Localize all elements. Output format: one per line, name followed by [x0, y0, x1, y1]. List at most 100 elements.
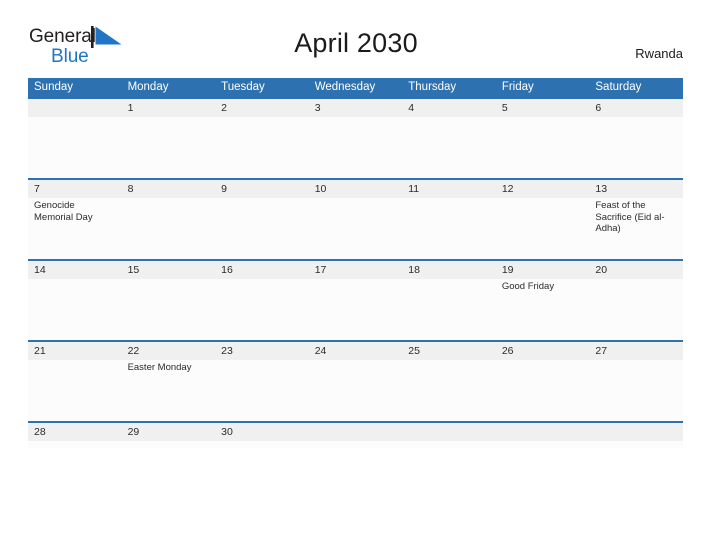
- day-number: 14: [28, 261, 122, 279]
- day-cell-inner: [402, 423, 496, 448]
- day-number: 11: [402, 180, 496, 198]
- day-number: 20: [589, 261, 683, 279]
- day-number: [308, 423, 403, 441]
- weekday-header-sunday: Sunday: [28, 78, 122, 98]
- calendar-day-cell[interactable]: 7 Genocide Memorial Day: [28, 178, 122, 260]
- weekday-header-monday: Monday: [121, 78, 216, 98]
- day-cell-inner: 22 Easter Monday: [121, 342, 216, 421]
- day-cell-inner: 11: [402, 180, 496, 259]
- day-cell-inner: 18: [402, 261, 496, 340]
- day-number: 27: [589, 342, 683, 360]
- day-cell-inner: 6: [589, 99, 683, 178]
- day-number: 10: [308, 180, 403, 198]
- calendar-table: Sunday Monday Tuesday Wednesday Thursday Frid…: [28, 78, 683, 448]
- day-number: [495, 423, 590, 441]
- day-number: [28, 99, 122, 117]
- calendar-empty-cell: [402, 421, 496, 448]
- day-cell-inner: 20: [589, 261, 683, 340]
- country-label: Rwanda: [635, 46, 683, 61]
- day-events: Genocide Memorial Day: [28, 198, 122, 223]
- day-number: 25: [402, 342, 496, 360]
- day-number: [589, 423, 683, 441]
- calendar-day-cell[interactable]: 6: [589, 97, 683, 179]
- day-cell-inner: 9: [215, 180, 309, 259]
- day-number: 5: [495, 99, 590, 117]
- day-cell-inner: 14: [28, 261, 122, 340]
- calendar-day-cell[interactable]: 26: [495, 340, 590, 422]
- day-cell-inner: 23: [215, 342, 309, 421]
- calendar-empty-cell: [589, 421, 683, 448]
- weekday-header-saturday: Saturday: [589, 78, 683, 98]
- calendar-day-cell[interactable]: 4: [402, 97, 496, 179]
- calendar-day-cell[interactable]: 23: [215, 340, 309, 422]
- day-number: 6: [589, 99, 683, 117]
- calendar-day-cell[interactable]: 19 Good Friday: [495, 259, 590, 341]
- calendar-day-cell[interactable]: 14: [28, 259, 122, 341]
- day-number: 17: [308, 261, 403, 279]
- day-cell-inner: 8: [121, 180, 216, 259]
- day-number: 26: [495, 342, 590, 360]
- day-number: 1: [121, 99, 216, 117]
- day-cell-inner: [28, 99, 122, 178]
- day-number: 4: [402, 99, 496, 117]
- calendar-header-row: Sunday Monday Tuesday Wednesday Thursday Frid…: [28, 78, 683, 98]
- calendar-day-cell[interactable]: 24: [308, 340, 403, 422]
- day-number: 16: [215, 261, 309, 279]
- day-cell-inner: 19 Good Friday: [495, 261, 590, 340]
- calendar-week-row: 21 22 Easter Monday 23 24 25 26 27: [28, 340, 683, 422]
- day-number: 19: [495, 261, 590, 279]
- day-cell-inner: 15: [121, 261, 216, 340]
- calendar-week-row: 14 15 16 17 18 19 Good Friday 20: [28, 259, 683, 341]
- holiday-event: Feast of the Sacrifice (Eid al-Adha): [595, 200, 665, 234]
- day-number: 30: [215, 423, 309, 441]
- weekday-header-wednesday: Wednesday: [308, 78, 403, 98]
- day-events: Easter Monday: [122, 360, 216, 374]
- calendar-day-cell[interactable]: 15: [121, 259, 216, 341]
- holiday-event: Good Friday: [501, 281, 555, 292]
- calendar-week-row: 28 29 30: [28, 421, 683, 448]
- calendar-day-cell[interactable]: 10: [308, 178, 403, 260]
- day-cell-inner: 12: [495, 180, 590, 259]
- day-number: 23: [215, 342, 309, 360]
- calendar-day-cell[interactable]: 18: [402, 259, 496, 341]
- day-cell-inner: 4: [402, 99, 496, 178]
- calendar-day-cell[interactable]: 25: [402, 340, 496, 422]
- calendar-day-cell[interactable]: 27: [589, 340, 683, 422]
- day-number: [402, 423, 496, 441]
- calendar-day-cell[interactable]: 22 Easter Monday: [121, 340, 216, 422]
- calendar-day-cell[interactable]: 1: [121, 97, 216, 179]
- day-number: 24: [308, 342, 403, 360]
- calendar-day-cell[interactable]: 3: [308, 97, 403, 179]
- day-cell-inner: 27: [589, 342, 683, 421]
- holiday-event: Easter Monday: [127, 362, 192, 373]
- calendar-day-cell[interactable]: 21: [28, 340, 122, 422]
- calendar-day-cell[interactable]: 12: [495, 178, 590, 260]
- day-cell-inner: 16: [215, 261, 309, 340]
- calendar-week-row: 123456: [28, 97, 683, 179]
- day-number: 28: [28, 423, 122, 441]
- calendar-day-cell[interactable]: 2: [215, 97, 309, 179]
- weekday-header-friday: Friday: [495, 78, 590, 98]
- calendar-day-cell[interactable]: 20: [589, 259, 683, 341]
- calendar-day-cell[interactable]: 30: [215, 421, 309, 448]
- day-cell-inner: 25: [402, 342, 496, 421]
- calendar-day-cell[interactable]: 28: [28, 421, 122, 448]
- day-cell-inner: 1: [121, 99, 216, 178]
- calendar-day-cell[interactable]: 8: [121, 178, 216, 260]
- calendar-empty-cell: [308, 421, 403, 448]
- calendar-day-cell[interactable]: 5: [495, 97, 590, 179]
- calendar-day-cell[interactable]: 17: [308, 259, 403, 341]
- calendar-day-cell[interactable]: 13 Feast of the Sacrifice (Eid al-Adha): [589, 178, 683, 260]
- day-number: 29: [121, 423, 216, 441]
- calendar-day-cell[interactable]: 11: [402, 178, 496, 260]
- day-cell-inner: 7 Genocide Memorial Day: [28, 180, 122, 259]
- day-cell-inner: 17: [308, 261, 403, 340]
- calendar-day-cell[interactable]: 29: [121, 421, 216, 448]
- day-events: Feast of the Sacrifice (Eid al-Adha): [589, 198, 683, 235]
- day-number: 12: [495, 180, 590, 198]
- page-header: General Blue April 2030 Rwanda: [0, 0, 712, 66]
- day-number: 2: [215, 99, 309, 117]
- calendar-day-cell[interactable]: 16: [215, 259, 309, 341]
- calendar-day-cell[interactable]: 9: [215, 178, 309, 260]
- day-number: 8: [121, 180, 216, 198]
